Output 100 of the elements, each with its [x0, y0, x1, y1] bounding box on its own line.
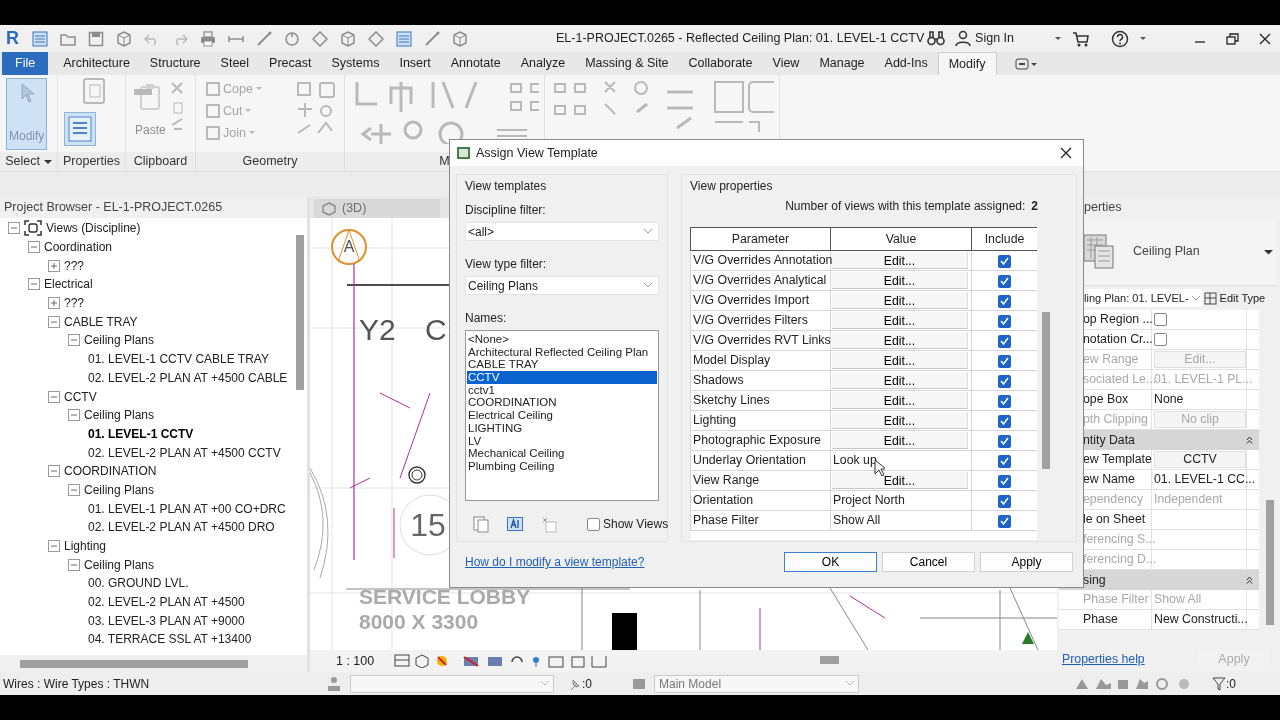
ribbon-tab[interactable]: Manage — [809, 52, 875, 75]
checkbox[interactable] — [998, 334, 1011, 348]
checkbox[interactable] — [998, 374, 1011, 388]
tree-item[interactable]: CCTV — [64, 387, 97, 406]
tree-item[interactable]: 02. LEVEL-2 PLAN AT +4500 CABLE — [88, 368, 288, 387]
close-icon[interactable] — [1258, 31, 1272, 46]
checkbox[interactable] — [1154, 313, 1167, 326]
tree-item[interactable]: 00. GROUND LVL. — [88, 574, 189, 593]
checkbox[interactable] — [998, 394, 1011, 408]
binoculars-icon[interactable] — [927, 29, 946, 48]
tree-item[interactable]: 02. LEVEL-2 PLAN AT +4500 — [88, 593, 245, 612]
ribbon-tab[interactable]: Insert — [389, 52, 441, 75]
ribbon-tab[interactable]: Massing & Site — [575, 52, 679, 75]
print-icon[interactable] — [200, 30, 216, 47]
scrollbar-thumb[interactable] — [820, 656, 839, 664]
ribbon-tab[interactable]: View — [762, 52, 810, 75]
column-header[interactable]: Value — [830, 227, 972, 251]
sign-in-link[interactable]: Sign In — [975, 29, 1014, 48]
type-selector[interactable]: Ceiling Plan — [1133, 242, 1277, 261]
list-item[interactable]: Architectural Reflected Ceiling Plan — [467, 345, 657, 359]
list-item[interactable]: LIGHTING — [467, 421, 657, 435]
list-item[interactable]: <None> — [467, 333, 657, 346]
tree-item[interactable]: ??? — [64, 294, 85, 313]
list-item[interactable]: CABLE TRAY — [467, 358, 657, 372]
rename-icon[interactable] — [507, 517, 523, 531]
edit-button[interactable]: Edit... — [832, 332, 968, 349]
app-logo[interactable]: R — [6, 25, 24, 52]
tree-item[interactable]: 01. LEVEL-1 CCTV CABLE TRAY — [88, 350, 269, 369]
ribbon-tab[interactable]: Collaborate — [678, 52, 763, 75]
restore-icon[interactable] — [1225, 31, 1240, 46]
scrollbar-thumb[interactable] — [1266, 500, 1274, 625]
caret-icon[interactable] — [43, 158, 52, 165]
checkbox[interactable] — [1154, 333, 1167, 346]
checkbox[interactable] — [998, 314, 1011, 328]
close-button[interactable] — [1059, 146, 1073, 160]
discipline-filter-dropdown[interactable]: <all> — [465, 222, 659, 241]
edit-button[interactable]: Edit... — [832, 312, 968, 329]
caret-icon[interactable] — [1054, 35, 1062, 42]
document-tab[interactable]: (3D) — [314, 199, 440, 218]
tree-item[interactable]: 02. LEVEL-2 PLAN AT +4500 DRO — [88, 518, 275, 537]
value-button[interactable]: CCTV — [1154, 451, 1246, 468]
tree-item[interactable]: Views (Discipline) — [46, 219, 141, 238]
tree-item[interactable]: CABLE TRAY — [64, 312, 138, 331]
expand-icon[interactable] — [48, 259, 60, 272]
scrollbar-thumb[interactable] — [20, 660, 248, 668]
ribbon-tab[interactable]: Structure — [139, 52, 211, 75]
edit-button[interactable]: Edit... — [832, 472, 968, 489]
help-link[interactable]: Properties help — [1062, 650, 1145, 669]
ribbon-tab[interactable]: Architecture — [53, 52, 140, 75]
help-icon[interactable] — [1111, 29, 1129, 48]
panel-toggle-icon[interactable] — [1014, 58, 1037, 70]
tree-item[interactable]: Ceiling Plans — [84, 480, 155, 499]
cube-icon[interactable] — [116, 30, 132, 47]
checkbox[interactable] — [998, 354, 1011, 368]
delete-icon[interactable] — [541, 515, 557, 533]
edit-button[interactable]: Edit... — [832, 432, 968, 449]
ribbon-tab[interactable]: Annotate — [440, 52, 511, 75]
instance-dropdown[interactable]: ling Plan: 01. LEVEL- — [1084, 288, 1202, 308]
workset-dropdown[interactable]: Main Model — [654, 674, 859, 693]
checkbox[interactable] — [998, 414, 1011, 428]
cart-icon[interactable] — [1072, 30, 1089, 47]
list-item[interactable]: Mechanical Ceiling — [467, 447, 657, 460]
tree-item[interactable]: 01. LEVEL-1 PLAN AT +00 CO+DRC — [88, 499, 286, 518]
dialog-button[interactable]: Cancel — [882, 552, 975, 572]
view-type-filter-dropdown[interactable]: Ceiling Plans — [465, 276, 659, 295]
edit-button[interactable]: Edit... — [832, 352, 968, 369]
save-icon[interactable] — [88, 30, 104, 47]
scrollbar-thumb[interactable] — [296, 235, 305, 390]
list-item[interactable]: CCTV — [467, 371, 657, 384]
user-icon[interactable] — [955, 30, 972, 47]
ribbon-tab[interactable]: Modify — [937, 52, 997, 75]
edit-button[interactable]: Edit... — [832, 252, 968, 269]
tree-item[interactable]: 04. TERRACE SSL AT +13400 — [88, 630, 252, 649]
tree-item[interactable]: ??? — [64, 256, 85, 275]
edit-button[interactable]: Edit... — [832, 372, 968, 389]
list-item[interactable]: Electrical Ceiling — [467, 409, 657, 422]
edit-button[interactable]: Edit... — [832, 412, 968, 429]
checkbox[interactable] — [998, 274, 1011, 288]
list-item[interactable]: cctv1 — [467, 383, 657, 397]
ribbon-tab[interactable]: Precast — [259, 52, 322, 75]
line-icon[interactable] — [424, 30, 440, 47]
properties-button[interactable] — [64, 112, 96, 146]
ring-icon[interactable] — [284, 30, 300, 47]
tree-item[interactable]: Lighting — [64, 537, 107, 556]
edit-type-button[interactable]: Edit Type — [1203, 289, 1266, 307]
checkbox[interactable] — [998, 454, 1011, 468]
cube-icon[interactable] — [340, 30, 356, 47]
diamond-icon[interactable] — [312, 30, 328, 47]
dialog-button[interactable]: OK — [784, 552, 877, 572]
list-item[interactable]: Plumbing Ceiling — [467, 459, 657, 473]
list-item[interactable]: COORDINATION — [467, 396, 657, 410]
tree-item[interactable]: Ceiling Plans — [84, 406, 155, 425]
list-item[interactable]: LV — [467, 434, 657, 448]
tree-item[interactable]: 01. LEVEL-1 CCTV — [88, 424, 194, 443]
diamond-icon[interactable] — [368, 30, 384, 47]
line-icon[interactable] — [256, 30, 272, 47]
column-header[interactable]: Include — [971, 227, 1037, 251]
tree-item[interactable]: 03. LEVEL-3 PLAN AT +9000 — [88, 611, 245, 630]
duplicate-icon[interactable] — [473, 515, 489, 533]
property-value[interactable]: 01. LEVEL-1 CC... — [1154, 470, 1256, 489]
